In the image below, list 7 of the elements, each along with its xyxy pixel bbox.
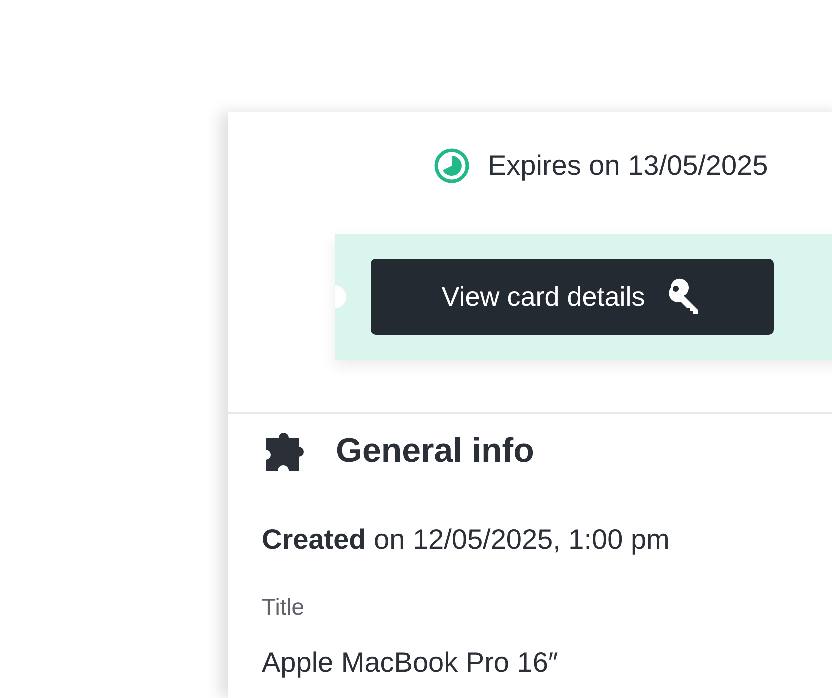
view-card-details-button[interactable]: View card details: [371, 259, 774, 335]
field-value: Apple MacBook Pro 16″: [262, 647, 560, 679]
section-title: General info: [336, 432, 534, 470]
created-date: Created on 12/05/2025, 1:00 pm: [262, 524, 671, 556]
expiry-date: Expires on 13/05/2025: [488, 150, 768, 182]
field-label: Title: [262, 594, 306, 621]
clock-icon: [434, 148, 470, 184]
